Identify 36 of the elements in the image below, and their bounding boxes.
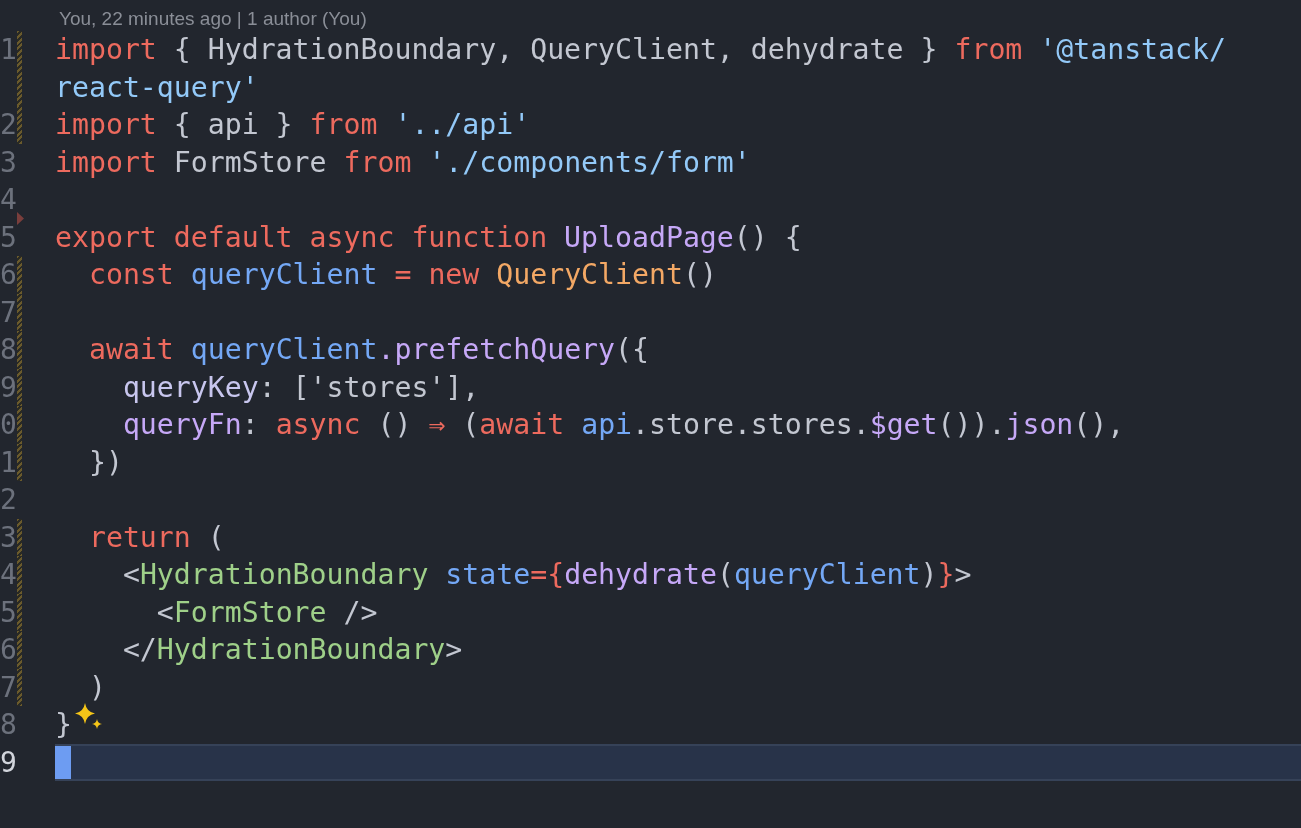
line-number: 8	[0, 332, 17, 368]
line-number: 8	[0, 707, 17, 743]
code-line: queryKey: ['stores'],	[121, 369, 480, 406]
line-number: 9	[0, 369, 17, 406]
line-number: 5	[0, 594, 17, 631]
line-number: 5	[0, 219, 17, 256]
line-number: 1	[0, 32, 17, 68]
code-line: })	[87, 444, 123, 481]
line-number: 7	[0, 294, 17, 331]
code-line: export default async function UploadPage() {	[55, 219, 802, 256]
line-number: 3	[0, 144, 17, 181]
blame-annotation[interactable]: You, 22 minutes ago | 1 author (You)	[59, 6, 367, 31]
line-number: 3	[0, 519, 17, 556]
line-number: 2	[0, 107, 17, 143]
line-number: 2	[0, 482, 17, 518]
line-number: 6	[0, 632, 17, 668]
code-line: import { HydrationBoundary, QueryClient, dehydrate } from '@tanstack/react-query'	[55, 32, 1227, 106]
code-line: import FormStore from './components/form'	[55, 144, 751, 181]
code-line: )	[87, 669, 106, 706]
code-line: <HydrationBoundary state={dehydrate(queryClient)}>	[121, 557, 972, 593]
line-number: 4	[0, 182, 17, 218]
code-line: queryFn: async () ⇒ (await api.store.stores.$get()).json(),	[121, 407, 1125, 443]
code-line: return (	[87, 519, 225, 556]
code-line: await queryClient.prefetchQuery({	[87, 332, 649, 368]
code-line: <FormStore />	[155, 594, 378, 631]
line-number: 7	[0, 669, 17, 706]
text-cursor	[55, 745, 71, 779]
code-line: }	[55, 707, 72, 743]
line-number: 9	[0, 744, 17, 781]
code-line: const queryClient = new QueryClient()	[87, 257, 717, 293]
line-number: 0	[0, 407, 17, 443]
line-number: 1	[0, 444, 17, 481]
line-number: 6	[0, 257, 17, 293]
line-number: 4	[0, 557, 17, 593]
code-line: </HydrationBoundary>	[121, 632, 463, 668]
code-line: import { api } from '../api'	[55, 107, 531, 143]
